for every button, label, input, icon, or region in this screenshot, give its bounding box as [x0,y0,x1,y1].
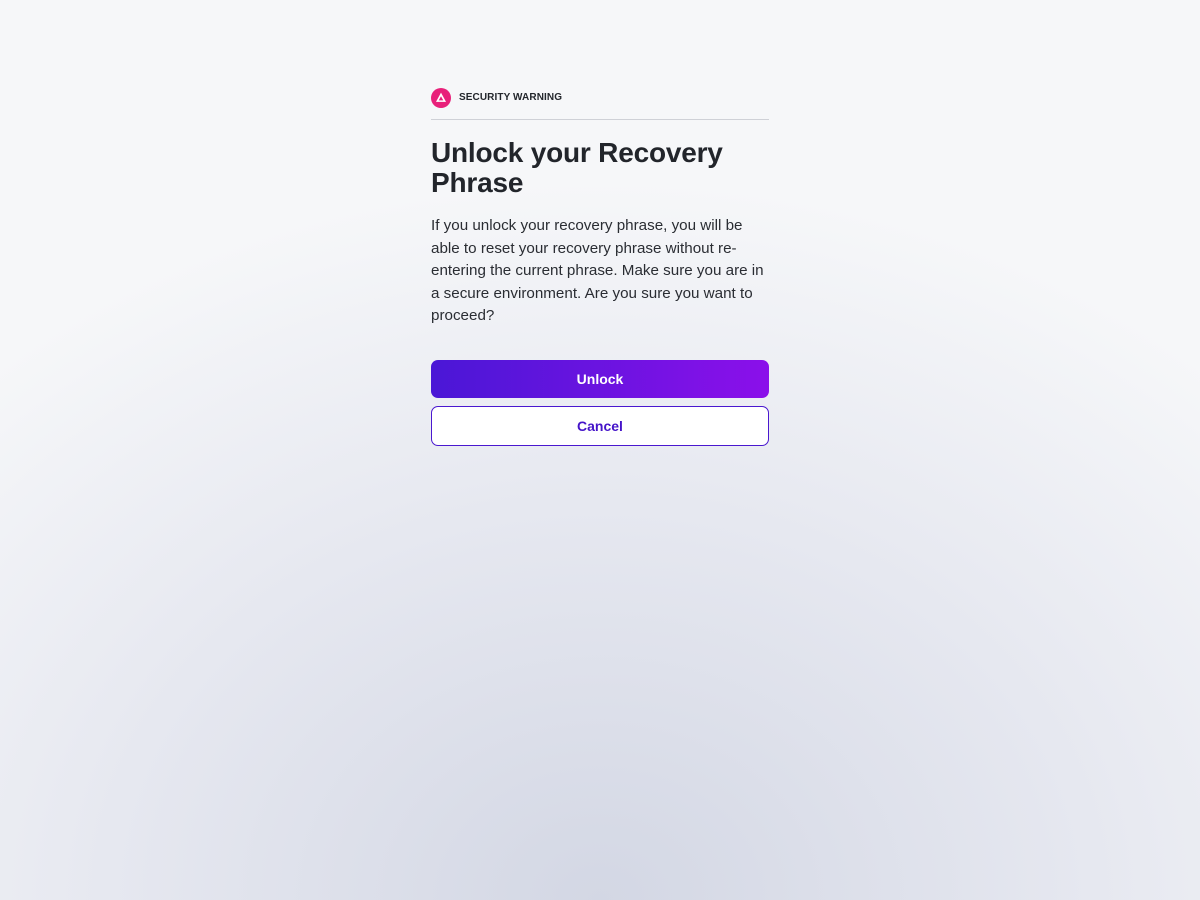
dialog-description: If you unlock your recovery phrase, you … [431,217,764,324]
unlock-dialog: SECURITY WARNING Unlock your Recovery Ph… [431,87,769,446]
security-warning-label: SECURITY WARNING [459,92,563,103]
security-warning-header: SECURITY WARNING [431,87,769,120]
dialog-title: Unlock your Recovery Phrase [431,137,723,198]
unlock-button[interactable]: Unlock [431,359,769,398]
cancel-button[interactable]: Cancel [431,405,769,446]
warning-triangle-icon [431,87,451,108]
